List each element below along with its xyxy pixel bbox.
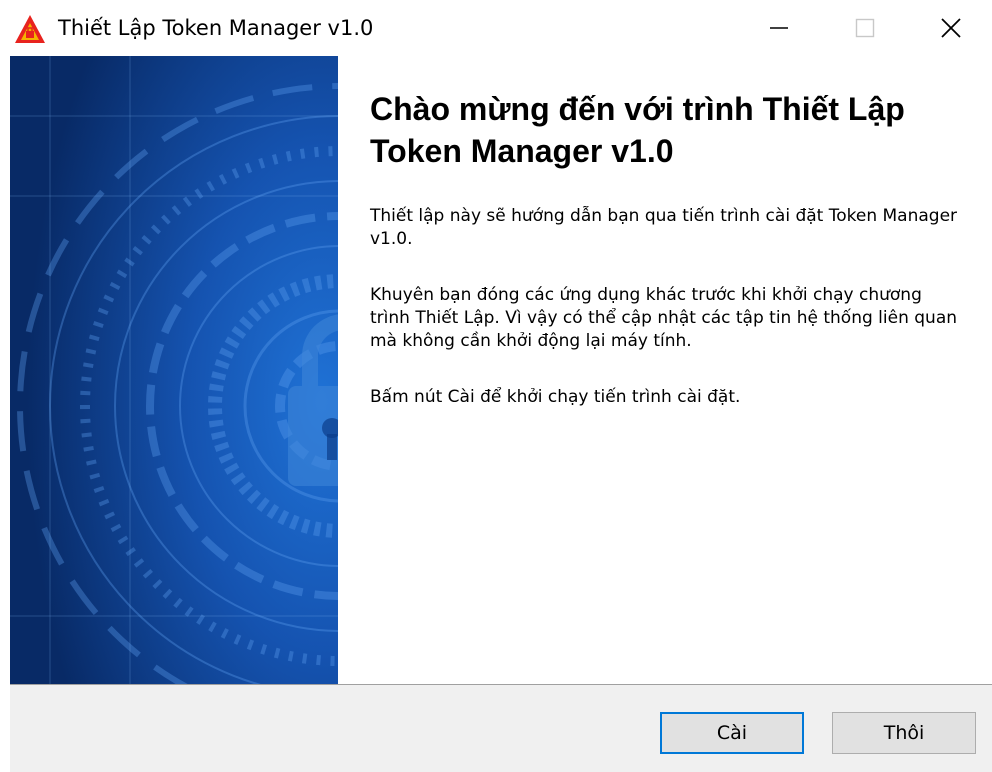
window-title: Thiết Lập Token Manager v1.0 — [58, 16, 374, 40]
security-padlock-banner — [10, 56, 338, 684]
minimize-button[interactable] — [736, 0, 822, 56]
advice-text: Khuyên bạn đóng các ứng dụng khác trước … — [370, 285, 958, 351]
cancel-button[interactable]: Thôi — [832, 712, 976, 754]
installer-window: Thiết Lập Token Manager v1.0 Chào mừng đ… — [0, 0, 992, 772]
welcome-heading: Chào mừng đến với trình Thiết Lập Token … — [370, 91, 905, 169]
close-button[interactable] — [908, 0, 992, 56]
close-icon — [941, 18, 961, 38]
instruction-text: Bấm nút Cài để khởi chạy tiến trình cài … — [370, 387, 741, 407]
installer-app-icon — [15, 15, 45, 43]
title-bar[interactable]: Thiết Lập Token Manager v1.0 — [0, 0, 992, 56]
maximize-button[interactable] — [822, 0, 908, 56]
intro-text: Thiết lập này sẽ hướng dẫn bạn qua tiến … — [370, 206, 958, 249]
banner-artwork — [10, 56, 338, 684]
minimize-icon — [770, 27, 788, 29]
maximize-icon — [855, 18, 875, 38]
install-button[interactable]: Cài — [660, 712, 804, 754]
